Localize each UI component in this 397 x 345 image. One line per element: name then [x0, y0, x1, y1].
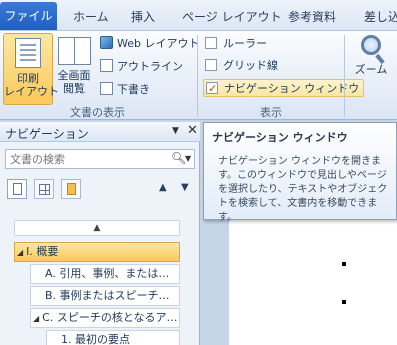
- outline-button[interactable]: アウトライン: [100, 58, 183, 76]
- gridlines-checkbox-box: [205, 59, 217, 71]
- group-label-show: 表示: [260, 106, 282, 119]
- outline-item-label: 1. 最初の要点: [61, 333, 130, 345]
- book-icon: [58, 37, 91, 65]
- magnifier-icon: [361, 35, 381, 55]
- print-layout-label-2: レイアウト: [4, 85, 59, 98]
- outline-label: アウトライン: [117, 60, 183, 73]
- pages-icon: [39, 184, 50, 195]
- results-icon: [67, 183, 76, 195]
- search-icon[interactable]: 🔍︎: [171, 151, 186, 165]
- group-separator: [344, 35, 345, 117]
- full-screen-reading-button[interactable]: 全画面 閲覧: [54, 33, 94, 105]
- document-page[interactable]: [229, 214, 397, 345]
- full-screen-label-2: 閲覧: [63, 82, 85, 95]
- ribbon-tab-bar: ファイル ホーム 挿入 ページ レイアウト 参考資料 差し込: [0, 0, 397, 30]
- tooltip: ナビゲーション ウィンドウ ナビゲーション ウィンドウを開きます。このウィンドウ…: [203, 122, 397, 223]
- expand-icon[interactable]: ◢: [33, 314, 39, 323]
- tab-references[interactable]: 参考資料: [288, 7, 336, 27]
- gridlines-label: グリッド線: [223, 59, 278, 72]
- tooltip-body: ナビゲーション ウィンドウを開きます。このウィンドウで見出しやページを選択したり…: [218, 156, 388, 223]
- print-layout-icon: [15, 38, 41, 68]
- web-layout-button[interactable]: Web レイアウト: [100, 35, 199, 53]
- outline-tree: ▲ ◢ I. 概要 A. 引用、事例、または… B. 事例またはスピーチの… ◢ C…: [4, 208, 190, 345]
- tab-pages[interactable]: [34, 179, 54, 199]
- ruler-label: ルーラー: [223, 37, 267, 50]
- previous-heading-icon[interactable]: ▲: [159, 182, 167, 193]
- web-layout-label: Web レイアウト: [117, 37, 200, 50]
- tab-home[interactable]: ホーム: [73, 7, 109, 27]
- print-layout-label-1: 印刷: [17, 72, 39, 85]
- print-layout-button[interactable]: 印刷 レイアウト: [3, 33, 59, 105]
- expand-icon[interactable]: ◢: [17, 248, 23, 257]
- nav-pane-header: ナビゲーション ▼ ✕: [0, 122, 200, 142]
- full-screen-label-1: 全画面: [57, 69, 91, 82]
- outline-icon: [100, 59, 113, 72]
- draft-label: 下書き: [117, 83, 150, 96]
- draft-icon: [100, 82, 113, 95]
- search-box: 🔍︎ ▼: [5, 149, 195, 169]
- nav-pane-menu-icon[interactable]: ▼: [172, 126, 179, 136]
- nav-pane-label: ナビゲーション ウィンドウ: [224, 82, 360, 95]
- ribbon: 印刷 レイアウト 全画面 閲覧 Web レイアウト アウトライン 下書き 文書の…: [0, 30, 397, 120]
- web-layout-icon: [100, 36, 113, 49]
- zoom-button[interactable]: ズーム: [351, 33, 391, 93]
- nav-pane-checkbox-box: [206, 80, 218, 98]
- outline-item-2[interactable]: B. 事例またはスピーチの…: [30, 286, 180, 306]
- outline-item-1[interactable]: A. 引用、事例、または…: [30, 264, 180, 284]
- headings-icon: [13, 183, 22, 195]
- search-options-icon[interactable]: ▼: [185, 154, 191, 163]
- tab-headings[interactable]: [7, 179, 27, 199]
- group-label-views: 文書の表示: [70, 106, 125, 119]
- zoom-label: ズーム: [354, 63, 388, 76]
- outline-item-label: C. スピーチの核となるア…: [42, 311, 178, 324]
- group-separator: [197, 35, 198, 117]
- outline-item-label: B. 事例またはスピーチの…: [45, 289, 180, 302]
- ruler-checkbox[interactable]: ルーラー: [205, 35, 267, 53]
- tooltip-title: ナビゲーション ウィンドウ: [212, 131, 348, 144]
- collapse-all-bar[interactable]: ▲: [14, 220, 180, 236]
- next-heading-icon[interactable]: ▼: [181, 182, 189, 193]
- outline-item-3[interactable]: ◢ C. スピーチの核となるア…: [30, 308, 180, 328]
- nav-pane-checkbox[interactable]: ナビゲーション ウィンドウ: [203, 79, 365, 98]
- navigation-pane: ナビゲーション ▼ ✕ 🔍︎ ▼ ▲ ▼ ▲ ◢I. 概要 A. 引用、事例、ま…: [0, 122, 200, 345]
- ruler-checkbox-box: [205, 37, 217, 49]
- tab-mailings[interactable]: 差し込: [364, 7, 397, 27]
- outline-item-0[interactable]: ◢ I. 概要: [14, 242, 180, 262]
- tab-results[interactable]: [61, 179, 81, 199]
- outline-item-label: I. 概要: [26, 245, 59, 258]
- close-icon[interactable]: ✕: [187, 123, 198, 138]
- bullet-mark: [342, 262, 346, 266]
- tab-page-layout[interactable]: ページ レイアウト: [182, 7, 282, 27]
- nav-pane-title: ナビゲーション: [5, 127, 89, 141]
- gridlines-checkbox[interactable]: グリッド線: [205, 57, 278, 75]
- tab-insert[interactable]: 挿入: [131, 7, 155, 27]
- tab-file[interactable]: ファイル: [0, 2, 57, 30]
- draft-button[interactable]: 下書き: [100, 81, 150, 99]
- search-input[interactable]: [6, 150, 166, 168]
- bullet-mark: [342, 300, 346, 304]
- outline-item-label: A. 引用、事例、または…: [45, 267, 170, 280]
- outline-item-4[interactable]: 1. 最初の要点: [46, 330, 180, 345]
